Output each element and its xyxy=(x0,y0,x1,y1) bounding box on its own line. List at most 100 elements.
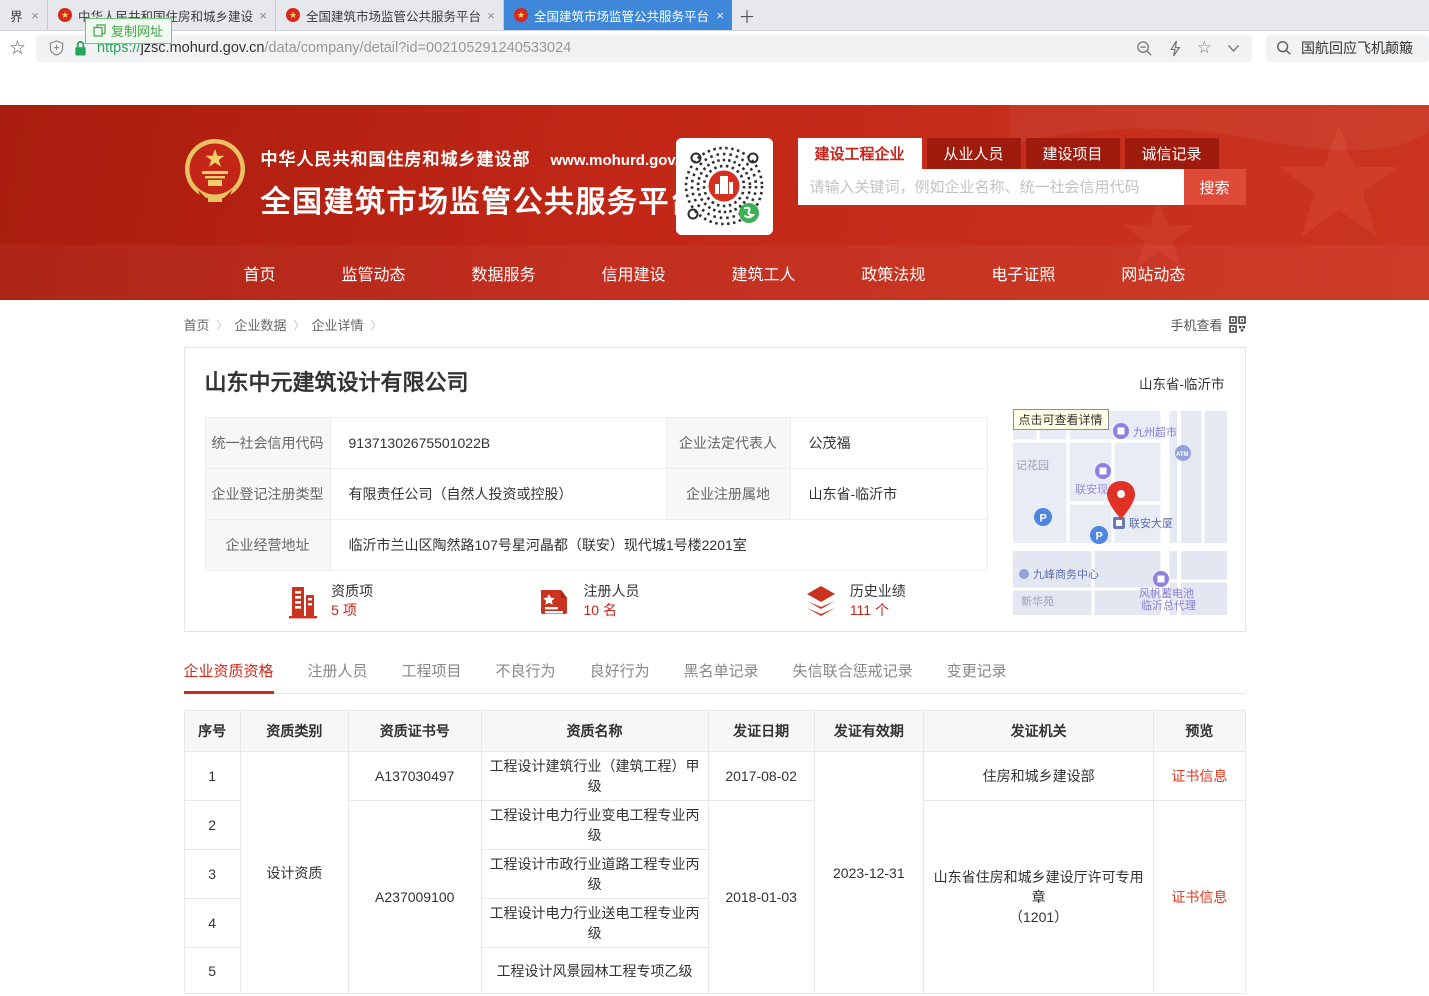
keyword-search-input[interactable] xyxy=(798,169,1184,205)
detail-tab[interactable]: 不良行为 xyxy=(496,660,556,693)
certificate-icon xyxy=(536,583,572,619)
field-label: 企业注册属地 xyxy=(666,469,790,520)
company-location-map[interactable]: 点击可查看详情 九州超市 xyxy=(1013,411,1227,615)
nav-item[interactable]: 信用建设 xyxy=(601,261,665,285)
nav-item[interactable]: 建筑工人 xyxy=(731,261,795,285)
company-info-table: 统一社会信用代码91371302675501022B企业法定代表人公茂福企业登记… xyxy=(205,417,988,571)
site-logo: 中华人民共和国住房和城乡建设部 www.mohurd.gov.cn 全国建筑市场… xyxy=(184,138,702,221)
breadcrumb: 首页〉企业数据〉企业详情〉 手机查看 xyxy=(184,315,1246,334)
search-category-tab[interactable]: 建设项目 xyxy=(1026,138,1120,169)
search-category-tabs: 建设工程企业从业人员建设项目诚信记录 xyxy=(798,138,1246,169)
bookmark-star-icon[interactable]: ☆ xyxy=(9,37,26,60)
certificate-info-link[interactable]: 证书信息 xyxy=(1171,889,1227,905)
company-stats: 资质项 5 项 注册人员 10 名 历史业绩 xyxy=(205,582,988,620)
nav-item[interactable]: 监管动态 xyxy=(341,261,405,285)
map-label: 九峰商务中心 xyxy=(1033,567,1099,581)
detail-tab[interactable]: 失信联合惩戒记录 xyxy=(793,660,913,693)
detail-tab[interactable]: 良好行为 xyxy=(590,660,650,693)
qualification-col-header: 发证机关 xyxy=(923,711,1153,752)
map-label: 临沂总代理 xyxy=(1141,598,1196,612)
field-value: 有限责任公司（自然人投资或控股） xyxy=(330,469,666,520)
detail-tab[interactable]: 注册人员 xyxy=(308,660,368,693)
info-row: 统一社会信用代码91371302675501022B企业法定代表人公茂福 xyxy=(205,418,987,469)
map-label: 联安大厦 xyxy=(1129,516,1173,530)
favorite-star-icon[interactable]: ☆ xyxy=(1197,38,1212,58)
tab-close-icon[interactable]: × xyxy=(31,8,39,23)
certificate-info-link[interactable]: 证书信息 xyxy=(1171,768,1227,784)
nav-item[interactable]: 首页 xyxy=(244,261,276,285)
table-header-row: 序号资质类别资质证书号资质名称发证日期发证有效期发证机关预览 xyxy=(184,711,1245,752)
new-tab-button[interactable]: ＋ xyxy=(732,0,762,30)
stat-label: 历史业绩 xyxy=(850,582,906,601)
tab-close-icon[interactable]: × xyxy=(716,8,724,23)
tab-title: 界 xyxy=(10,6,25,25)
nav-item[interactable]: 政策法规 xyxy=(861,261,925,285)
shield-icon[interactable] xyxy=(48,39,65,57)
map-image: 九州超市 ATM 记花园 联安现代城 联安大厦 P P 九峰商务中心 风帆蓄电池… xyxy=(1013,411,1227,615)
qualification-table: 序号资质类别资质证书号资质名称发证日期发证有效期发证机关预览 1设计资质A137… xyxy=(184,710,1246,994)
quick-search-text: 国航回应飞机颠簸 xyxy=(1301,38,1413,58)
browser-tab[interactable]: 界 × xyxy=(0,0,48,30)
detail-tab[interactable]: 变更记录 xyxy=(947,660,1007,693)
tab-close-icon[interactable]: × xyxy=(259,8,267,23)
company-region: 山东省-临沂市 xyxy=(1139,373,1225,393)
stat-value: 111 个 xyxy=(850,601,906,620)
detail-tab[interactable]: 黑名单记录 xyxy=(684,660,759,693)
table-cell: A237009100 xyxy=(348,801,481,994)
copy-url-label: 复制网址 xyxy=(111,21,163,40)
copy-icon xyxy=(93,24,106,37)
breadcrumb-item[interactable]: 首页 xyxy=(184,315,210,334)
tab-title: 全国建筑市场监管公共服务平台 xyxy=(306,6,481,25)
tab-title: 全国建筑市场监管公共服务平台 xyxy=(534,6,710,25)
detail-tab[interactable]: 工程项目 xyxy=(402,660,462,693)
field-label: 企业经营地址 xyxy=(205,520,330,571)
address-field[interactable]: https://jzsc.mohurd.gov.cn/data/company/… xyxy=(36,35,1252,62)
table-cell: 2 xyxy=(184,801,240,850)
breadcrumb-item[interactable]: 企业数据 xyxy=(235,315,287,334)
tab-strip: 界 × ★ 中华人民共和国住房和城乡建设 × ★ 全国建筑市场监管公共服务平台 … xyxy=(0,0,1429,31)
chevron-down-icon[interactable] xyxy=(1227,44,1240,53)
site-favicon-icon: ★ xyxy=(58,8,72,22)
search-category-tab[interactable]: 从业人员 xyxy=(927,138,1021,169)
stat-registered-staff[interactable]: 注册人员 10 名 xyxy=(536,582,639,620)
stat-qualifications[interactable]: 资质项 5 项 xyxy=(286,582,373,620)
quick-search-box[interactable]: 国航回应飞机颠簸 xyxy=(1266,35,1429,62)
nav-item[interactable]: 电子证照 xyxy=(991,261,1055,285)
table-cell: 2023-12-31 xyxy=(814,752,923,994)
lightning-icon[interactable] xyxy=(1168,40,1182,57)
table-cell: 山东省住房和城乡建设厅许可专用章 （1201） xyxy=(923,801,1153,994)
table-row: 1设计资质A137030497工程设计建筑行业（建筑工程）甲级2017-08-0… xyxy=(184,752,1245,801)
browser-tab-active[interactable]: ★ 全国建筑市场监管公共服务平台 × xyxy=(504,0,732,30)
qualification-col-header: 资质类别 xyxy=(240,711,348,752)
ministry-website: www.mohurd.gov.cn xyxy=(551,152,697,169)
tab-close-icon[interactable]: × xyxy=(487,8,495,23)
stat-value: 5 项 xyxy=(331,601,373,620)
nav-item[interactable]: 数据服务 xyxy=(471,261,535,285)
search-category-tab[interactable]: 建设工程企业 xyxy=(798,138,922,169)
url-bar-actions: ☆ xyxy=(1136,38,1240,58)
table-cell: 住房和城乡建设部 xyxy=(923,752,1153,801)
nav-item[interactable]: 网站动态 xyxy=(1121,261,1185,285)
map-label: 九州超市 xyxy=(1133,425,1177,439)
breadcrumb-item[interactable]: 企业详情 xyxy=(312,315,364,334)
field-value: 临沂市兰山区陶然路107号星河晶都（联安）现代城1号楼2201室 xyxy=(330,520,987,571)
map-label: 记花园 xyxy=(1016,459,1049,472)
site-favicon-icon: ★ xyxy=(286,8,300,22)
browser-tab[interactable]: ★ 全国建筑市场监管公共服务平台 × xyxy=(276,0,504,30)
table-cell: 设计资质 xyxy=(240,752,348,994)
qr-mini-icon[interactable] xyxy=(1229,316,1246,333)
search-category-tab[interactable]: 诚信记录 xyxy=(1125,138,1219,169)
map-label: 新华苑 xyxy=(1021,594,1054,608)
layers-icon xyxy=(803,583,839,619)
detail-tab[interactable]: 企业资质资格 xyxy=(184,660,274,693)
header-search-module: 建设工程企业从业人员建设项目诚信记录 搜索 xyxy=(798,138,1246,205)
site-favicon-icon: ★ xyxy=(514,8,528,22)
field-label: 企业法定代表人 xyxy=(666,418,790,469)
search-button[interactable]: 搜索 xyxy=(1184,169,1246,205)
map-label: ATM xyxy=(1176,452,1189,458)
mobile-view-label[interactable]: 手机查看 xyxy=(1170,315,1222,334)
field-label: 统一社会信用代码 xyxy=(205,418,330,469)
table-cell: 工程设计市政行业道路工程专业丙级 xyxy=(481,850,708,899)
stat-past-performance[interactable]: 历史业绩 111 个 xyxy=(803,582,906,620)
zoom-out-icon[interactable] xyxy=(1136,40,1153,57)
